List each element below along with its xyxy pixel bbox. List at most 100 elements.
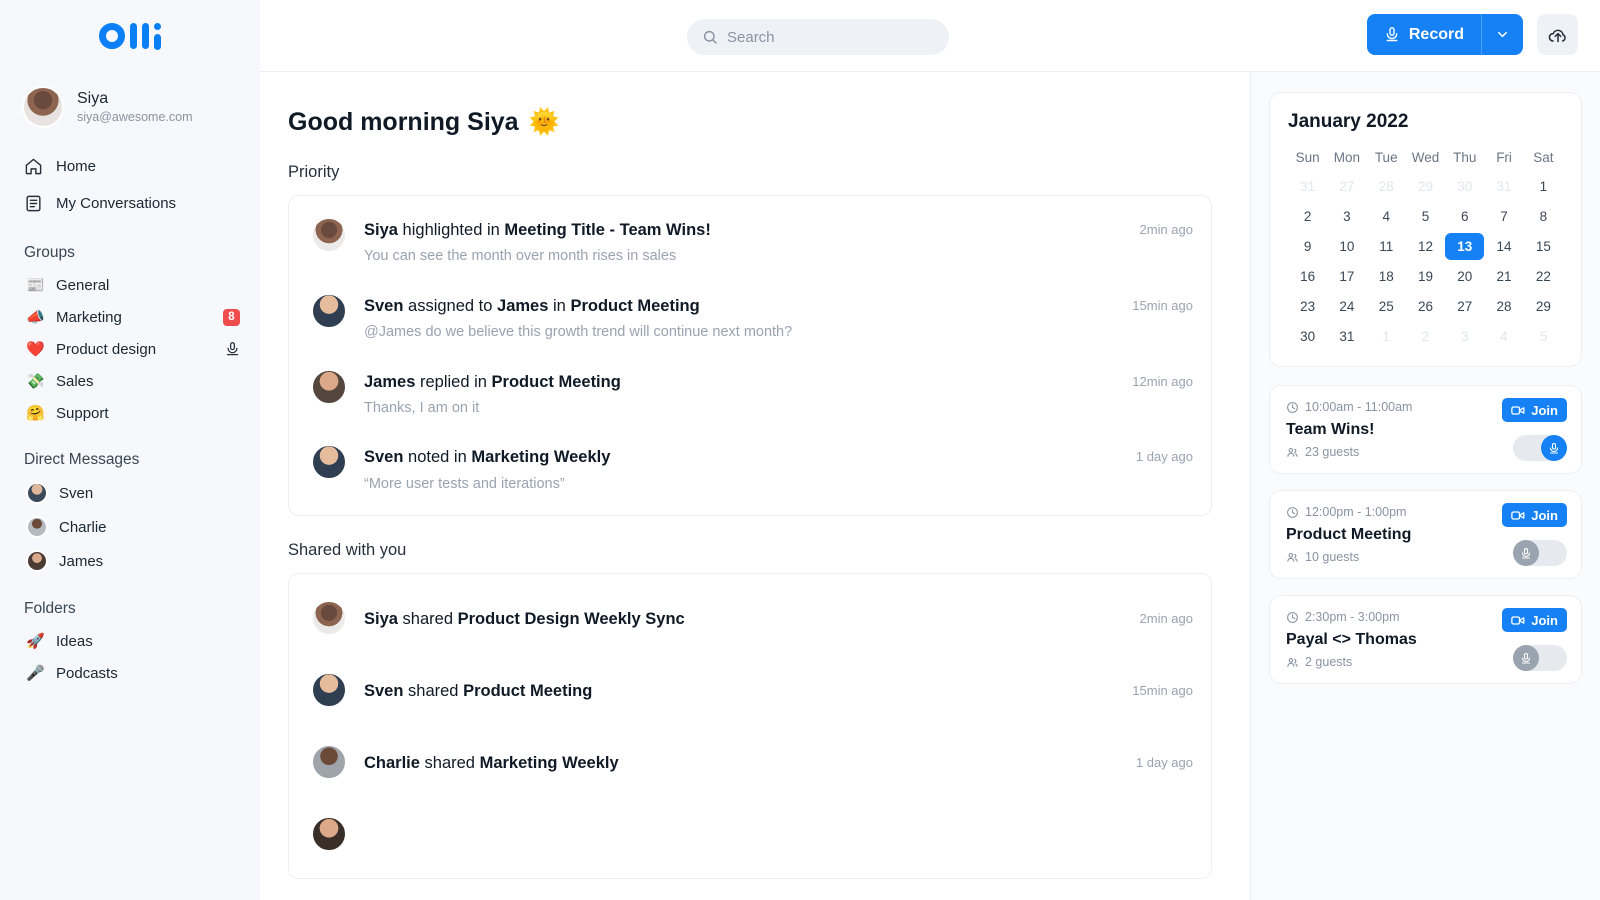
calendar-day[interactable]: 1	[1524, 173, 1563, 200]
sidebar-item-label: Home	[56, 158, 96, 175]
list-item[interactable]: James replied in Product Meeting Thanks,…	[289, 356, 1211, 432]
calendar-day[interactable]: 5	[1406, 203, 1445, 230]
list-item-timestamp: 1 day ago	[1136, 444, 1193, 464]
calendar-day[interactable]: 16	[1288, 263, 1327, 290]
calendar-day[interactable]: 28	[1484, 293, 1523, 320]
calendar-day[interactable]: 23	[1288, 293, 1327, 320]
join-button[interactable]: Join	[1502, 503, 1567, 527]
calendar-day[interactable]: 10	[1327, 233, 1366, 260]
sidebar-item-ideas[interactable]: 🚀 Ideas	[0, 625, 260, 657]
calendar-day[interactable]: 31	[1484, 173, 1523, 200]
join-button[interactable]: Join	[1502, 608, 1567, 632]
calendar-day[interactable]: 21	[1484, 263, 1523, 290]
calendar-day[interactable]: 27	[1445, 293, 1484, 320]
search-input[interactable]: Search	[687, 19, 949, 55]
record-button[interactable]: Record	[1367, 14, 1481, 55]
meeting-mic-toggle[interactable]	[1513, 540, 1567, 566]
calendar-day[interactable]: 26	[1406, 293, 1445, 320]
list-item[interactable]: Sven shared Product Meeting 15min ago	[289, 654, 1211, 726]
meeting-mic-toggle[interactable]	[1513, 645, 1567, 671]
user-profile[interactable]: Siya siya@awesome.com	[0, 72, 260, 142]
sidebar-item-dm-charlie[interactable]: Charlie	[0, 510, 260, 544]
calendar-day[interactable]: 29	[1524, 293, 1563, 320]
calendar-day-today[interactable]: 13	[1445, 233, 1484, 260]
list-item-body: Charlie shared Marketing Weekly	[364, 750, 1119, 774]
calendar-day[interactable]: 19	[1406, 263, 1445, 290]
logo-bar-4	[154, 34, 161, 50]
list-item[interactable]: Siya highlighted in Meeting Title - Team…	[289, 204, 1211, 280]
toggle-knob	[1513, 540, 1539, 566]
meeting-time: 2:30pm - 3:00pm	[1305, 610, 1400, 624]
calendar-day[interactable]: 6	[1445, 203, 1484, 230]
upload-button[interactable]	[1537, 14, 1578, 55]
calendar-day[interactable]: 25	[1367, 293, 1406, 320]
logo-bar-1	[130, 23, 137, 49]
calendar-day[interactable]: 12	[1406, 233, 1445, 260]
calendar-day[interactable]: 9	[1288, 233, 1327, 260]
calendar-day[interactable]: 28	[1367, 173, 1406, 200]
top-bar-actions: Record	[1367, 14, 1578, 55]
sidebar-item-marketing[interactable]: 📣 Marketing 8	[0, 301, 260, 333]
priority-card: Siya highlighted in Meeting Title - Team…	[288, 195, 1212, 516]
calendar-day[interactable]: 17	[1327, 263, 1366, 290]
list-item[interactable]: Sven noted in Marketing Weekly “More use…	[289, 431, 1211, 507]
calendar-day[interactable]: 27	[1327, 173, 1366, 200]
calendar-day[interactable]: 31	[1288, 173, 1327, 200]
calendar-dow: Thu	[1445, 145, 1484, 170]
list-item-timestamp: 12min ago	[1132, 369, 1193, 389]
sidebar-item-podcasts[interactable]: 🎤 Podcasts	[0, 657, 260, 689]
meeting-card: 12:00pm - 1:00pm Product Meeting 10 gues…	[1269, 490, 1582, 579]
calendar-day[interactable]: 3	[1445, 323, 1484, 350]
calendar-day[interactable]: 18	[1367, 263, 1406, 290]
sidebar-item-sales[interactable]: 💸 Sales	[0, 365, 260, 397]
calendar-day[interactable]: 20	[1445, 263, 1484, 290]
money-icon: 💸	[26, 372, 45, 390]
action-verb-2: in	[553, 297, 566, 315]
folder-label: Podcasts	[56, 665, 240, 682]
calendar-day[interactable]: 4	[1484, 323, 1523, 350]
calendar-day[interactable]: 2	[1406, 323, 1445, 350]
calendar-day[interactable]: 22	[1524, 263, 1563, 290]
folder-label: Ideas	[56, 633, 240, 650]
avatar	[22, 86, 64, 128]
calendar-day[interactable]: 5	[1524, 323, 1563, 350]
sidebar-item-my-conversations[interactable]: My Conversations	[0, 185, 260, 222]
logo-area[interactable]	[0, 0, 260, 72]
list-item[interactable]: Siya shared Product Design Weekly Sync 2…	[289, 582, 1211, 654]
meeting-mic-toggle[interactable]	[1513, 435, 1567, 461]
sidebar-item-product-design[interactable]: ❤️ Product design	[0, 333, 260, 365]
calendar-day[interactable]: 31	[1327, 323, 1366, 350]
join-button[interactable]: Join	[1502, 398, 1567, 422]
calendar-day[interactable]: 30	[1445, 173, 1484, 200]
calendar-day[interactable]: 24	[1327, 293, 1366, 320]
list-item-title: Sven noted in Marketing Weekly	[364, 446, 1119, 468]
otter-logo[interactable]	[99, 23, 161, 50]
calendar-day[interactable]: 7	[1484, 203, 1523, 230]
list-item[interactable]: Charlie shared Marketing Weekly 1 day ag…	[289, 726, 1211, 798]
sidebar-item-support[interactable]: 🤗 Support	[0, 397, 260, 429]
calendar-day[interactable]: 4	[1367, 203, 1406, 230]
calendar-day[interactable]: 3	[1327, 203, 1366, 230]
list-item-body: Sven assigned to James in Product Meetin…	[364, 293, 1115, 343]
record-dropdown-button[interactable]	[1481, 14, 1523, 55]
calendar-day[interactable]: 30	[1288, 323, 1327, 350]
sidebar-item-dm-sven[interactable]: Sven	[0, 476, 260, 510]
calendar-day[interactable]: 8	[1524, 203, 1563, 230]
sidebar-item-general[interactable]: 📰 General	[0, 269, 260, 301]
list-item[interactable]	[289, 798, 1211, 870]
microphone-icon[interactable]	[225, 341, 240, 357]
home-icon	[24, 157, 43, 176]
calendar-day[interactable]: 29	[1406, 173, 1445, 200]
calendar-day[interactable]: 2	[1288, 203, 1327, 230]
calendar-day[interactable]: 15	[1524, 233, 1563, 260]
record-label: Record	[1409, 26, 1464, 44]
calendar-day[interactable]: 1	[1367, 323, 1406, 350]
sidebar-item-home[interactable]: Home	[0, 148, 260, 185]
target-name: Product Meeting	[492, 373, 621, 391]
list-item[interactable]: Sven assigned to James in Product Meetin…	[289, 280, 1211, 356]
calendar-day[interactable]: 11	[1367, 233, 1406, 260]
calendar-day[interactable]: 14	[1484, 233, 1523, 260]
shared-card: Siya shared Product Design Weekly Sync 2…	[288, 573, 1212, 879]
meeting-card: 2:30pm - 3:00pm Payal <> Thomas 2 guests	[1269, 595, 1582, 684]
sidebar-item-dm-james[interactable]: James	[0, 544, 260, 578]
